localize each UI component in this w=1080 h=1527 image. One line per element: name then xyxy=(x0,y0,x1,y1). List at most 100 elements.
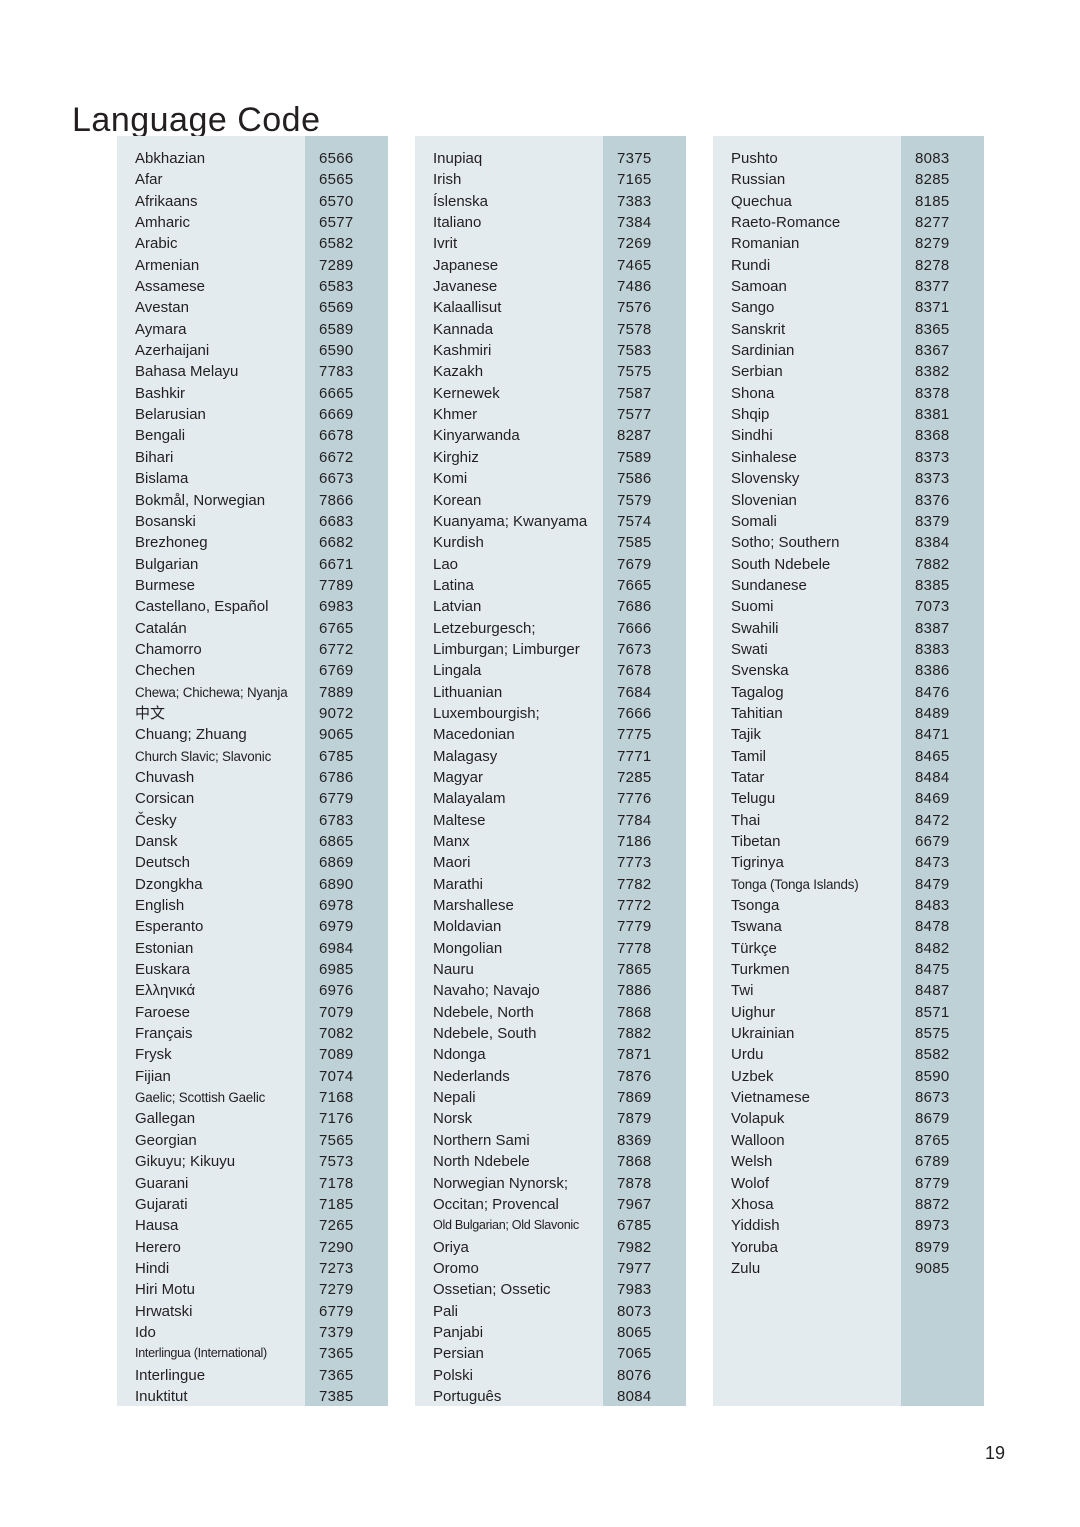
language-name: Esperanto xyxy=(135,918,204,936)
language-name: Swahili xyxy=(731,619,779,637)
language-name: Northern Sami xyxy=(433,1131,530,1149)
language-name: Lao xyxy=(433,555,459,573)
language-code: 6682 xyxy=(319,534,354,552)
language-code: 7365 xyxy=(319,1366,354,1384)
language-name: Volapuk xyxy=(731,1110,785,1128)
language-code: 6979 xyxy=(319,918,354,936)
language-name: Bokmål, Norwegian xyxy=(135,491,266,509)
language-code: 7365 xyxy=(319,1345,354,1363)
language-code: 8287 xyxy=(617,427,652,445)
language-code: 7079 xyxy=(319,1003,354,1021)
language-name: Chuang; Zhuang xyxy=(135,726,247,744)
language-code: 6983 xyxy=(319,598,354,616)
language-name: Javanese xyxy=(433,278,498,296)
language-code-column: 7375 7165 7383 7384 7269 7465 7486 7576 7578 7583… xyxy=(603,136,686,1406)
language-code: 7269 xyxy=(617,235,652,253)
language-code: 6577 xyxy=(319,214,354,232)
language-name: Urdu xyxy=(731,1046,764,1064)
language-code: 9085 xyxy=(915,1259,950,1277)
language-code: 6566 xyxy=(319,150,354,167)
language-name: Brezhoneg xyxy=(135,534,208,552)
language-code: 8279 xyxy=(915,235,950,253)
language-name: Georgian xyxy=(135,1131,197,1149)
language-name: Panjabi xyxy=(433,1323,484,1341)
language-name: Yiddish xyxy=(731,1217,780,1235)
language-name: Tagalog xyxy=(731,683,784,701)
language-name: Bengali xyxy=(135,427,186,445)
language-name: Português xyxy=(433,1387,502,1405)
language-code: 7886 xyxy=(617,982,652,1000)
language-name: Old Bulgarian; Old Slavonic xyxy=(433,1218,579,1233)
document-page: Language Code Abkhazian Afar Afrikaans Amha… xyxy=(0,0,1080,1527)
language-code: 7383 xyxy=(617,192,652,210)
language-code: 8185 xyxy=(915,192,950,210)
language-name: Shona xyxy=(731,384,775,402)
language-code: 6582 xyxy=(319,235,354,253)
language-name: Castellano, Español xyxy=(135,598,269,616)
language-name: Catalán xyxy=(135,619,187,637)
language-name: Inupiaq xyxy=(433,150,483,167)
language-name: Bashkir xyxy=(135,384,186,402)
language-name: Shqip xyxy=(731,406,770,424)
language-code: 7673 xyxy=(617,640,652,658)
language-code: 7186 xyxy=(617,833,652,850)
language-name: Kernewek xyxy=(433,384,500,402)
language-name: Lithuanian xyxy=(433,683,503,701)
language-name: Guarani xyxy=(135,1174,189,1192)
language-name: Lingala xyxy=(433,662,482,680)
language-code: 7868 xyxy=(617,1003,652,1021)
language-code: 8384 xyxy=(915,534,950,552)
language-name: Swati xyxy=(731,640,768,658)
language-code: 8381 xyxy=(915,406,950,424)
language-code: 7165 xyxy=(617,171,652,189)
language-name: Telugu xyxy=(731,790,776,808)
language-code: 7587 xyxy=(617,384,652,402)
language-name: Dzongkha xyxy=(135,875,203,893)
language-code: 7977 xyxy=(617,1259,652,1277)
language-code: 8673 xyxy=(915,1089,950,1107)
language-code: 7678 xyxy=(617,662,652,680)
language-name: Dansk xyxy=(135,833,178,850)
language-code: 7666 xyxy=(617,619,652,637)
language-code: 7579 xyxy=(617,491,652,509)
language-name: Rundi xyxy=(731,256,771,274)
language-name: Persian xyxy=(433,1345,484,1363)
language-name: Tigrinya xyxy=(731,854,784,872)
language-name: Romanian xyxy=(731,235,800,253)
language-code: 6589 xyxy=(319,320,354,338)
language-code: 6890 xyxy=(319,875,354,893)
language-code: 7379 xyxy=(319,1323,354,1341)
language-code: 7073 xyxy=(915,598,950,616)
language-code: 7565 xyxy=(319,1131,354,1149)
language-name: English xyxy=(135,897,185,915)
language-code: 6976 xyxy=(319,982,354,1000)
language-code: 8386 xyxy=(915,662,950,680)
language-code: 8765 xyxy=(915,1131,950,1149)
language-name: Navaho; Navajo xyxy=(433,982,540,1000)
language-name: Marathi xyxy=(433,875,484,893)
language-code: 8382 xyxy=(915,363,950,381)
language-name: Svenska xyxy=(731,662,789,680)
language-code: 8571 xyxy=(915,1003,950,1021)
language-code: 8365 xyxy=(915,320,950,338)
language-name: Sanskrit xyxy=(731,320,786,338)
language-code: 7686 xyxy=(617,598,652,616)
language-code: 7789 xyxy=(319,576,354,594)
language-code: 7578 xyxy=(617,320,652,338)
language-code: 6569 xyxy=(319,299,354,317)
language-code: 7876 xyxy=(617,1067,652,1085)
language-name: Occitan; Provencal xyxy=(433,1195,559,1213)
language-code: 9072 xyxy=(319,704,354,722)
language-name: Nederlands xyxy=(433,1067,510,1085)
language-name: Russian xyxy=(731,171,786,189)
language-name: Français xyxy=(135,1025,193,1043)
language-code: 8469 xyxy=(915,790,950,808)
language-name: Oriya xyxy=(433,1238,469,1256)
language-code: 8487 xyxy=(915,982,950,1000)
language-name: Tamil xyxy=(731,747,767,765)
language-code: 7679 xyxy=(617,555,652,573)
language-name: Chuvash xyxy=(135,768,195,786)
language-code: 7289 xyxy=(319,256,354,274)
language-name: Khmer xyxy=(433,406,478,424)
language-code: 7776 xyxy=(617,790,652,808)
